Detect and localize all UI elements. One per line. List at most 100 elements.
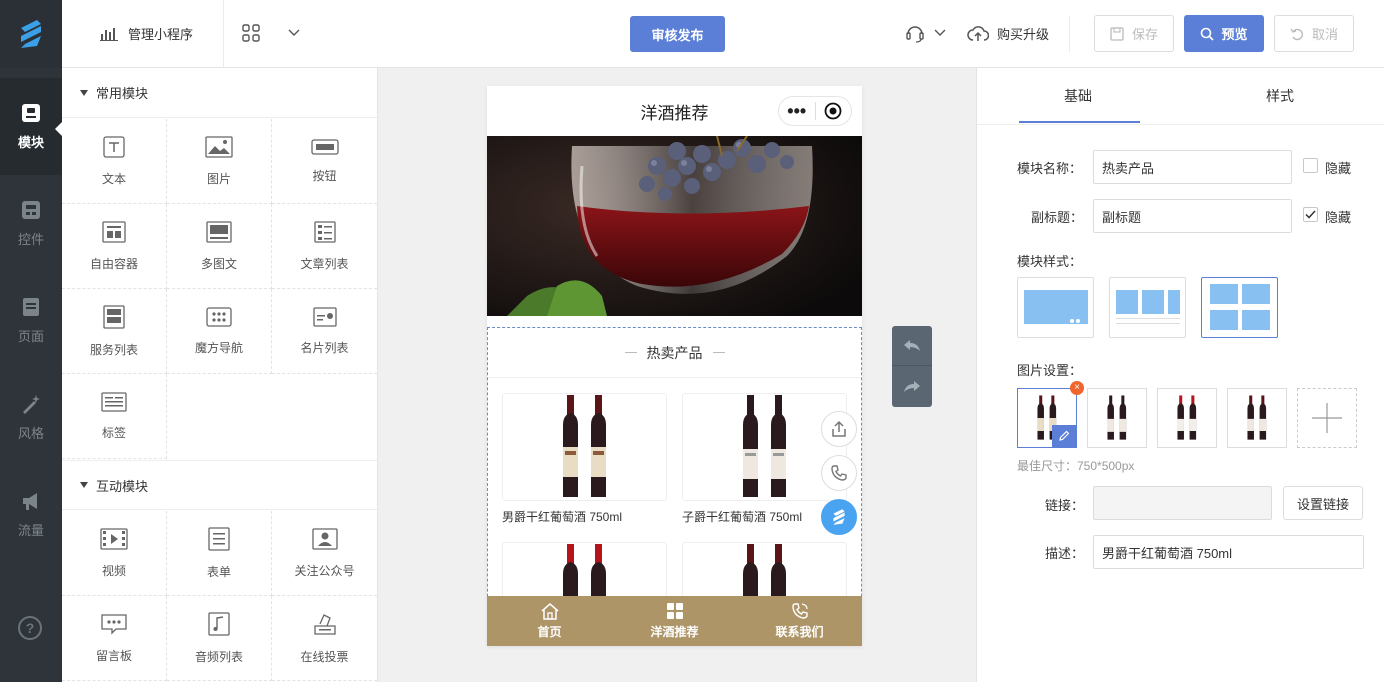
nav-item-module[interactable]: 模块 <box>0 78 62 175</box>
button-icon <box>310 138 339 155</box>
nav-item-page[interactable]: 页面 <box>0 272 62 369</box>
miniprogram-capsule[interactable]: ••• <box>778 96 852 126</box>
module-message-board[interactable]: 留言板 <box>62 596 167 681</box>
banner-image[interactable] <box>487 136 862 316</box>
manage-miniprogram-link[interactable]: 管理小程序 <box>100 24 193 43</box>
share-button[interactable] <box>821 411 857 447</box>
undo-button[interactable] <box>892 326 932 366</box>
headset-icon <box>906 26 924 43</box>
vote-icon <box>313 613 336 635</box>
nav-item-traffic[interactable]: 流量 <box>0 466 62 563</box>
tab-style[interactable]: 样式 <box>1179 68 1381 124</box>
edit-image-button[interactable] <box>1052 425 1076 447</box>
cancel-button[interactable]: 取消 <box>1274 15 1354 52</box>
module-multi-article[interactable]: 多图文 <box>167 204 272 289</box>
module-label: 服务列表 <box>89 342 138 357</box>
module-vote[interactable]: 在线投票 <box>272 596 377 681</box>
collapse-caret-icon <box>80 482 88 488</box>
call-button[interactable] <box>821 455 857 491</box>
nav-item-label: 模块 <box>17 135 44 150</box>
hide-label: 隐藏 <box>1325 161 1352 176</box>
hide-subtitle-checkbox[interactable] <box>1303 207 1318 222</box>
module-name-input[interactable]: 热卖产品 <box>1093 150 1292 184</box>
upgrade-label: 购买升级 <box>997 27 1050 42</box>
subtitle-input[interactable]: 副标题 <box>1093 199 1292 233</box>
nav-item-label: 控件 <box>17 232 44 247</box>
module-label: 魔方导航 <box>194 340 243 355</box>
brand-service-button[interactable] <box>821 499 857 535</box>
redo-button[interactable] <box>892 367 932 407</box>
tab-basic[interactable]: 基础 <box>977 68 1179 124</box>
module-article-list[interactable]: 文章列表 <box>272 204 377 289</box>
form-icon <box>208 526 230 551</box>
module-label: 名片列表 <box>300 340 349 355</box>
preview-button[interactable]: 预览 <box>1184 15 1264 52</box>
style-wand-icon <box>23 395 40 414</box>
module-icon <box>22 104 40 122</box>
section-title: 热卖产品 <box>646 344 703 361</box>
publish-button[interactable]: 审核发布 <box>630 16 725 52</box>
undo-redo-toolbar <box>892 326 932 407</box>
module-follow-account[interactable]: 关注公众号 <box>272 511 377 596</box>
module-free-container[interactable]: 自由容器 <box>62 204 167 289</box>
description-input[interactable]: 男爵干红葡萄酒 750ml <box>1093 535 1364 569</box>
product-card[interactable] <box>502 393 667 501</box>
tab-contact[interactable]: 联系我们 <box>737 596 862 646</box>
nav-item-widget[interactable]: 控件 <box>0 175 62 272</box>
image-thumb[interactable] <box>1227 388 1287 448</box>
module-label: 音频列表 <box>194 649 243 664</box>
style-option-grid-selected[interactable] <box>1201 277 1278 338</box>
common-modules-header[interactable]: 常用模块 <box>62 68 377 118</box>
module-form[interactable]: 表单 <box>167 511 272 596</box>
image-thumb-selected[interactable]: × <box>1017 381 1084 448</box>
add-image-button[interactable] <box>1297 388 1357 448</box>
more-dots-icon[interactable]: ••• <box>779 102 815 120</box>
tab-home[interactable]: 首页 <box>487 596 612 646</box>
interactive-modules-header[interactable]: 互动模块 <box>62 460 377 510</box>
wine-bottles-image <box>1247 395 1267 440</box>
module-label: 文本 <box>101 171 126 186</box>
share-icon <box>832 420 846 437</box>
multi-article-icon <box>206 220 232 243</box>
app-switcher[interactable] <box>242 24 300 42</box>
tab-label: 首页 <box>537 625 562 639</box>
module-video[interactable]: 视频 <box>62 511 167 596</box>
help-icon[interactable]: ? <box>18 616 42 640</box>
save-button[interactable]: 保存 <box>1094 15 1174 52</box>
tab-wine-recommend[interactable]: 洋酒推荐 <box>612 596 737 646</box>
module-audio-list[interactable]: 音频列表 <box>167 596 272 681</box>
set-link-button[interactable]: 设置链接 <box>1283 486 1363 520</box>
module-button[interactable]: 按钮 <box>272 119 377 204</box>
close-target-icon[interactable] <box>816 102 852 120</box>
image-icon <box>205 135 233 158</box>
image-thumb[interactable] <box>1087 388 1147 448</box>
modules-panel: 常用模块 文本 图片 按钮 自由容器 多图文 文章列表 服务列表 魔方导航 名片… <box>62 68 378 682</box>
remove-image-icon[interactable]: × <box>1070 381 1084 395</box>
nav-item-style[interactable]: 风格 <box>0 369 62 466</box>
wine-bottles-image <box>742 395 786 497</box>
module-text[interactable]: 文本 <box>62 119 167 204</box>
customer-service-dropdown[interactable] <box>904 22 946 44</box>
module-label: 图片 <box>206 171 231 186</box>
style-option-carousel[interactable] <box>1017 277 1094 338</box>
image-thumb[interactable] <box>1157 388 1217 448</box>
wine-bottles-image <box>1107 395 1127 440</box>
nav-active-arrow <box>55 122 62 136</box>
product-card[interactable] <box>682 393 847 501</box>
module-card-list[interactable]: 名片列表 <box>272 289 377 374</box>
image-settings-label: 图片设置： <box>1017 363 1083 378</box>
link-input[interactable] <box>1093 486 1272 520</box>
module-tag[interactable]: 标签 <box>62 374 167 459</box>
style-option-horizontal-scroll[interactable] <box>1109 277 1186 338</box>
hide-name-checkbox[interactable] <box>1303 158 1318 173</box>
tab-label: 联系我们 <box>775 625 824 639</box>
message-board-icon <box>101 613 127 635</box>
section-title: 互动模块 <box>96 478 149 494</box>
module-service-list[interactable]: 服务列表 <box>62 289 167 374</box>
bar-chart-icon <box>100 27 118 41</box>
module-cube-nav[interactable]: 魔方导航 <box>167 289 272 374</box>
upgrade-link[interactable]: 购买升级 <box>967 24 1049 43</box>
module-image[interactable]: 图片 <box>167 119 272 204</box>
app-logo[interactable] <box>0 0 62 68</box>
nav-item-label: 流量 <box>17 523 44 538</box>
